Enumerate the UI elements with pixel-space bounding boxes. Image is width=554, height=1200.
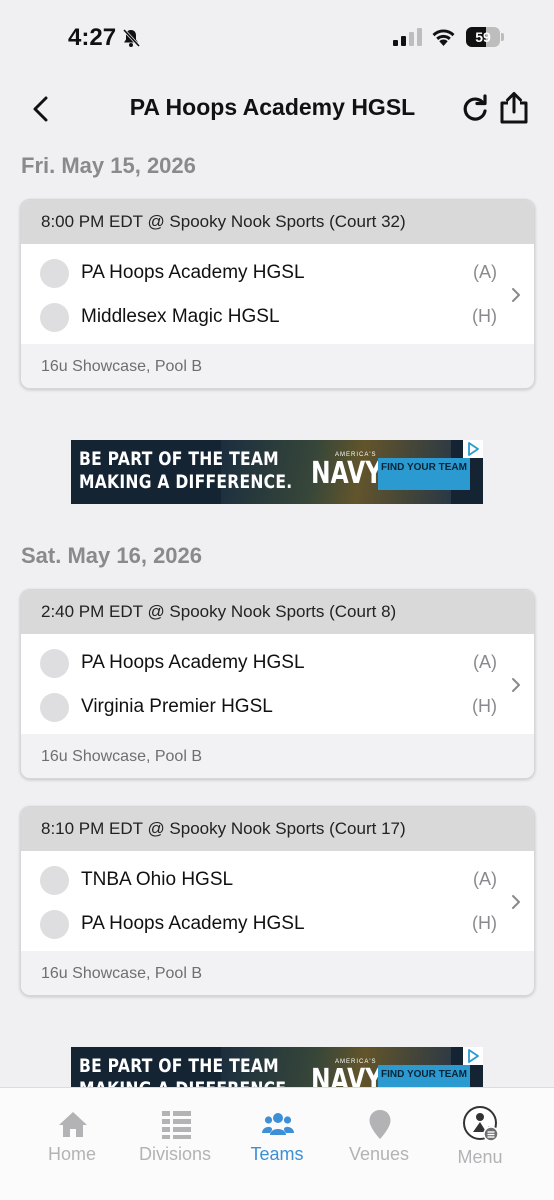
header: PA Hoops Academy HGSL bbox=[0, 80, 554, 140]
chevron-right-icon bbox=[512, 678, 520, 692]
tab-venues[interactable]: Venues bbox=[329, 1088, 429, 1178]
ad-cta-button[interactable]: FIND YOUR TEAM bbox=[378, 458, 470, 490]
signal-icon bbox=[393, 28, 422, 46]
game-division: 16u Showcase, Pool B bbox=[21, 734, 534, 778]
team-row: Virginia Premier HGSL (H) bbox=[21, 686, 534, 730]
battery-level: 59 bbox=[475, 29, 491, 45]
ad-line-1: BE PART OF THE TEAM bbox=[79, 448, 279, 470]
team-row: PA Hoops Academy HGSL (A) bbox=[21, 642, 534, 686]
status-bar: 4:27 59 bbox=[0, 0, 554, 70]
tab-teams[interactable]: Teams bbox=[227, 1088, 327, 1178]
tab-label: Menu bbox=[457, 1147, 503, 1167]
ad-line-1: BE PART OF THE TEAM bbox=[79, 1055, 279, 1077]
tab-label: Teams bbox=[250, 1144, 304, 1164]
team-logo bbox=[40, 649, 69, 678]
bell-slash-icon bbox=[122, 28, 141, 48]
wifi-icon bbox=[432, 29, 455, 46]
tab-label: Divisions bbox=[138, 1144, 212, 1164]
game-division: 16u Showcase, Pool B bbox=[21, 344, 534, 388]
tab-home[interactable]: Home bbox=[22, 1088, 122, 1178]
team-row: Middlesex Magic HGSL (H) bbox=[21, 296, 534, 340]
game-time-venue: 2:40 PM EDT @ Spooky Nook Sports (Court … bbox=[21, 590, 534, 634]
team-name: PA Hoops Academy HGSL bbox=[81, 262, 305, 283]
team-logo bbox=[40, 259, 69, 288]
game-card[interactable]: 8:10 PM EDT @ Spooky Nook Sports (Court … bbox=[20, 806, 535, 996]
team-side: (A) bbox=[473, 262, 497, 282]
team-logo bbox=[40, 910, 69, 939]
team-side: (H) bbox=[472, 306, 497, 326]
tab-label: Venues bbox=[348, 1144, 410, 1164]
share-icon[interactable] bbox=[497, 91, 531, 125]
team-row: PA Hoops Academy HGSL (A) bbox=[21, 252, 534, 296]
game-time-venue: 8:00 PM EDT @ Spooky Nook Sports (Court … bbox=[21, 200, 534, 244]
team-side: (H) bbox=[472, 696, 497, 716]
team-side: (A) bbox=[473, 652, 497, 672]
ad-line-2: MAKING A DIFFERENCE. bbox=[79, 471, 293, 493]
status-time: 4:27 bbox=[68, 24, 117, 51]
ad-choices-icon[interactable] bbox=[463, 1047, 483, 1065]
game-card[interactable]: 2:40 PM EDT @ Spooky Nook Sports (Court … bbox=[20, 589, 535, 779]
tab-menu[interactable]: Menu bbox=[430, 1088, 530, 1178]
game-division: 16u Showcase, Pool B bbox=[21, 951, 534, 995]
team-name: Middlesex Magic HGSL bbox=[81, 306, 280, 327]
game-card[interactable]: 8:00 PM EDT @ Spooky Nook Sports (Court … bbox=[20, 199, 535, 389]
list-icon bbox=[162, 1111, 191, 1139]
team-logo bbox=[40, 693, 69, 722]
team-name: PA Hoops Academy HGSL bbox=[81, 913, 305, 934]
team-side: (H) bbox=[472, 913, 497, 933]
people-icon bbox=[262, 1113, 294, 1135]
date-heading: Fri. May 15, 2026 bbox=[21, 153, 196, 178]
chevron-right-icon bbox=[512, 895, 520, 909]
team-logo bbox=[40, 303, 69, 332]
date-heading: Sat. May 16, 2026 bbox=[21, 543, 203, 568]
chevron-right-icon bbox=[512, 288, 520, 302]
refresh-icon[interactable] bbox=[460, 94, 490, 124]
team-row: TNBA Ohio HGSL (A) bbox=[21, 859, 534, 903]
game-time-venue: 8:10 PM EDT @ Spooky Nook Sports (Court … bbox=[21, 807, 534, 851]
team-name: Virginia Premier HGSL bbox=[81, 696, 273, 717]
team-side: (A) bbox=[473, 869, 497, 889]
team-row: PA Hoops Academy HGSL (H) bbox=[21, 903, 534, 947]
tab-divisions[interactable]: Divisions bbox=[125, 1088, 225, 1178]
battery-indicator: 59 bbox=[466, 27, 504, 47]
tab-bar: Home Divisions Teams Venues Menu bbox=[0, 1087, 554, 1200]
tab-label: Home bbox=[47, 1144, 96, 1164]
map-pin-icon bbox=[369, 1110, 391, 1139]
home-icon bbox=[59, 1112, 87, 1137]
team-name: PA Hoops Academy HGSL bbox=[81, 652, 305, 673]
page-title: PA Hoops Academy HGSL bbox=[129, 94, 416, 120]
ad-choices-icon[interactable] bbox=[463, 440, 483, 458]
ad-brand: NAVY bbox=[311, 456, 383, 491]
team-logo bbox=[40, 866, 69, 895]
ad-banner[interactable]: BE PART OF THE TEAM MAKING A DIFFERENCE.… bbox=[71, 440, 483, 504]
team-name: TNBA Ohio HGSL bbox=[81, 869, 234, 890]
chevron-left-icon[interactable] bbox=[26, 94, 56, 124]
menu-avatar-icon bbox=[463, 1106, 499, 1142]
